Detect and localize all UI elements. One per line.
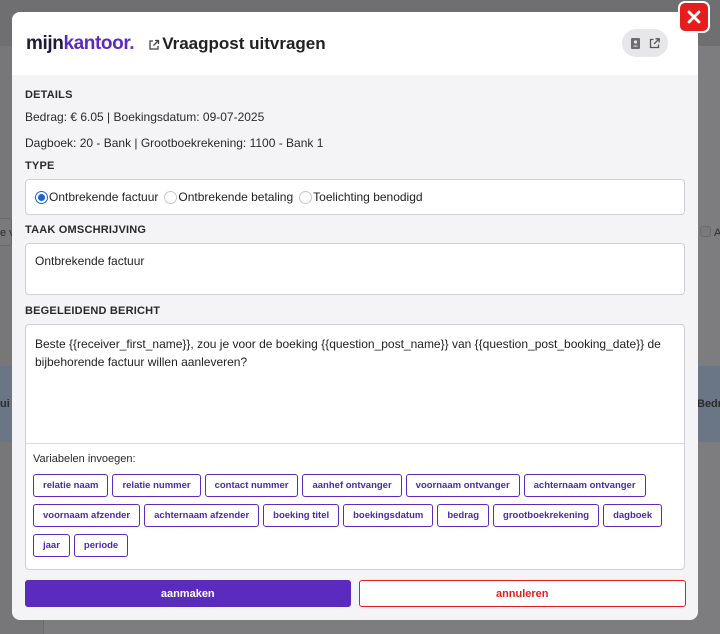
logo-text-part2: kantoor xyxy=(63,32,130,54)
variable-chip[interactable]: voornaam afzender xyxy=(33,504,141,527)
modal-footer: aanmaken annuleren xyxy=(25,580,686,607)
external-link-icon xyxy=(149,39,160,50)
type-option-explanation-needed[interactable]: Toelichting benodigd xyxy=(299,190,423,204)
cancel-button[interactable]: annuleren xyxy=(358,580,686,607)
variable-chip[interactable]: achternaam ontvanger xyxy=(523,474,646,497)
type-label: TYPE xyxy=(25,160,55,172)
type-option-missing-payment[interactable]: Ontbrekende betaling xyxy=(164,190,293,204)
radio-label: Toelichting benodigd xyxy=(313,190,423,204)
variables-chip-list: relatie naam relatie nummer contact nummer… xyxy=(33,474,677,557)
variable-chip[interactable]: relatie naam xyxy=(33,474,109,497)
variable-chip[interactable]: boeking titel xyxy=(263,504,340,527)
contact-book-icon[interactable] xyxy=(629,37,642,50)
background-text: ui xyxy=(0,398,10,410)
variable-chip[interactable]: aanhef ontvanger xyxy=(302,474,402,497)
modal-body: DETAILS Bedrag: € 6.05 | Boekingsdatum: … xyxy=(12,75,698,570)
title-link[interactable]: Vraagpost uitvragen xyxy=(148,33,326,54)
modal-dialog: mijnkantoor. Vraagpost uitvragen DETAILS… xyxy=(12,12,698,620)
header-action-group xyxy=(622,29,668,57)
message-textarea[interactable]: Beste {{receiver_first_name}}, zou je vo… xyxy=(26,325,684,444)
details-journal-ledger: Dagboek: 20 - Bank | Grootboekrekening: … xyxy=(25,136,324,150)
background-checkbox xyxy=(700,226,711,237)
variable-chip[interactable]: voornaam ontvanger xyxy=(405,474,520,497)
radio-missing-payment[interactable] xyxy=(164,190,178,204)
create-button[interactable]: aanmaken xyxy=(25,580,351,607)
close-modal-button[interactable] xyxy=(678,1,710,33)
task-description-input[interactable]: Ontbrekende factuur xyxy=(25,243,685,295)
close-icon xyxy=(687,10,701,24)
variable-chip[interactable]: achternaam afzender xyxy=(144,504,260,527)
variable-chip[interactable]: bedrag xyxy=(437,504,490,527)
variable-chip[interactable]: jaar xyxy=(33,534,70,557)
radio-explanation-needed[interactable] xyxy=(299,190,313,204)
message-editor: Beste {{receiver_first_name}}, zou je vo… xyxy=(25,324,685,570)
details-label: DETAILS xyxy=(25,89,73,101)
task-description-label: TAAK OMSCHRIJVING xyxy=(25,224,147,236)
variable-chip[interactable]: periode xyxy=(73,534,129,557)
variable-chip[interactable]: grootboekrekening xyxy=(493,504,600,527)
modal-title: Vraagpost uitvragen xyxy=(162,33,326,53)
open-external-icon[interactable] xyxy=(648,37,661,50)
details-amount-date: Bedrag: € 6.05 | Boekingsdatum: 09-07-20… xyxy=(25,110,265,124)
variable-chip[interactable]: dagboek xyxy=(603,504,663,527)
message-label: BEGELEIDEND BERICHT xyxy=(25,305,161,317)
modal-header: mijnkantoor. Vraagpost uitvragen xyxy=(12,12,698,75)
variable-chip[interactable]: relatie nummer xyxy=(112,474,201,497)
radio-label: Ontbrekende factuur xyxy=(49,190,159,204)
radio-label: Ontbrekende betaling xyxy=(178,190,294,204)
mijnkantoor-logo: mijnkantoor. xyxy=(26,32,135,55)
background-text: A xyxy=(714,227,720,239)
logo-dot: . xyxy=(129,32,135,54)
variable-chip[interactable]: boekingsdatum xyxy=(343,504,434,527)
variables-panel: Variabelen invoegen: relatie naam relatie… xyxy=(26,444,684,557)
background-text: Bedr xyxy=(697,398,720,410)
variables-label: Variabelen invoegen: xyxy=(33,453,136,465)
logo-text-part1: mijn xyxy=(26,32,64,54)
type-option-missing-invoice[interactable]: Ontbrekende factuur xyxy=(35,190,158,204)
radio-missing-invoice[interactable] xyxy=(35,190,48,204)
variable-chip[interactable]: contact nummer xyxy=(204,474,299,497)
type-radio-group: Ontbrekende factuur Ontbrekende betaling… xyxy=(25,179,685,215)
